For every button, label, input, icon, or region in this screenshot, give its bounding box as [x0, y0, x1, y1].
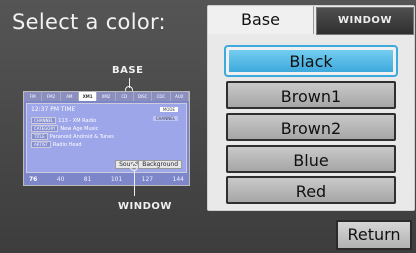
return-button[interactable]: Return: [336, 220, 412, 250]
preview-time: 12:37 PM TIME: [31, 106, 76, 113]
preview-tab-active: XM1: [78, 92, 98, 101]
preview-preset: 101: [110, 176, 123, 183]
preview-tab: DISC: [134, 92, 153, 101]
preview-artist-tag: ARTIST: [31, 141, 51, 148]
preview-tab: CD: [116, 92, 134, 101]
preview-tab: FM: [24, 92, 43, 101]
preview-title-tag: TITLE: [31, 133, 48, 140]
base-pointer-label: BASE: [112, 65, 144, 76]
tab-base[interactable]: Base: [208, 6, 314, 34]
preview-channel-tag: CHANNEL: [31, 117, 57, 124]
preview-background-button: Background: [138, 160, 182, 169]
preview-tab-bar: FM FM2 AM XM1 XM2 CD DISC CDC AUX: [24, 92, 189, 101]
preview-mode-badge: MODE: [159, 107, 178, 112]
preview-category-tag: CATEGORY: [31, 125, 59, 132]
preview-category-text: New Age Music: [60, 126, 99, 132]
preview-channel-badge: CHANNEL: [152, 116, 178, 121]
preview-channel-line: CHANNEL 113 - XM Radio: [31, 117, 96, 124]
color-options-panel: Base WINDOW Black Brown1 Brown2 Blue Red: [207, 5, 415, 211]
color-select-screen: Select a color: BASE FM FM2 AM XM1 XM2 C…: [0, 0, 416, 253]
window-pointer-label: WINDOW: [118, 201, 172, 212]
preview-title-text: Paranoid Android & Tunes: [49, 134, 114, 140]
preview-tab: FM2: [42, 92, 61, 101]
preview-preset-row: 76 40 81 101 127 144: [26, 174, 187, 185]
page-title: Select a color:: [12, 10, 166, 34]
preview-preset: 127: [141, 176, 154, 183]
preview-category-line: CATEGORY New Age Music: [31, 125, 98, 132]
preview-preset: 81: [83, 176, 92, 183]
preview-preset: 144: [172, 176, 184, 183]
tab-window[interactable]: WINDOW: [316, 7, 414, 35]
preview-preset: 40: [56, 176, 65, 183]
preview-preset: 76: [29, 176, 38, 183]
preview-title-line: TITLE Paranoid Android & Tunes: [31, 133, 114, 140]
color-option-brown2[interactable]: Brown2: [226, 113, 396, 141]
preview-tab: AUX: [171, 92, 189, 101]
window-pointer-line: [134, 170, 135, 196]
color-option-blue[interactable]: Blue: [226, 145, 396, 173]
preview-tab: CDC: [152, 92, 171, 101]
preview-artist-line: ARTIST Radio Head: [31, 141, 82, 148]
color-option-brown1[interactable]: Brown1: [226, 81, 396, 109]
color-preview: FM FM2 AM XM1 XM2 CD DISC CDC AUX 12:37 …: [23, 91, 190, 186]
preview-tab: XM2: [97, 92, 116, 101]
color-option-red[interactable]: Red: [226, 176, 396, 204]
color-option-black[interactable]: Black: [224, 45, 398, 77]
preview-body: 12:37 PM TIME MODE CHANNEL CHANNEL 113 - …: [26, 103, 187, 173]
preview-channel-text: 113 - XM Radio: [58, 118, 97, 124]
preview-artist-text: Radio Head: [52, 142, 82, 148]
preview-tab: AM: [61, 92, 79, 101]
